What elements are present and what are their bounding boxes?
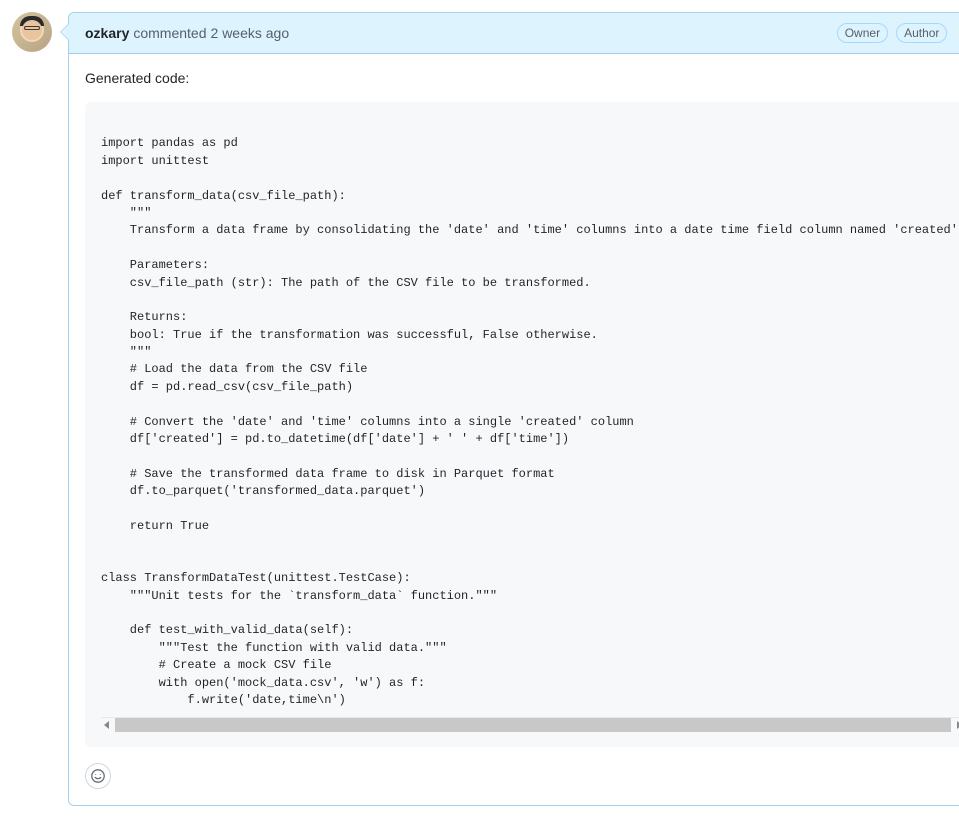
code-block: import pandas as pd import unittest def … xyxy=(85,102,959,747)
author-badge: Author xyxy=(896,23,947,43)
smiley-icon xyxy=(90,768,106,784)
scrollbar-thumb[interactable] xyxy=(115,718,951,732)
avatar[interactable] xyxy=(12,12,52,52)
add-reaction-button[interactable] xyxy=(85,763,111,789)
code-content: import pandas as pd import unittest def … xyxy=(101,118,959,709)
comment-header-left: ozkary commented 2 weeks ago xyxy=(85,25,289,41)
comment-header: ozkary commented 2 weeks ago Owner Autho… xyxy=(69,13,959,54)
owner-badge: Owner xyxy=(837,23,888,43)
body-text: Generated code: xyxy=(85,70,959,86)
reaction-bar xyxy=(85,763,959,789)
username-link[interactable]: ozkary xyxy=(85,25,129,41)
horizontal-scrollbar[interactable] xyxy=(101,717,959,731)
comment-box: ozkary commented 2 weeks ago Owner Autho… xyxy=(68,12,959,806)
comment-header-right: Owner Author ••• xyxy=(837,21,959,45)
comment-body: Generated code: import pandas as pd impo… xyxy=(69,54,959,805)
comment-container: ozkary commented 2 weeks ago Owner Autho… xyxy=(12,12,947,806)
kebab-icon[interactable]: ••• xyxy=(955,21,959,45)
timestamp-link[interactable]: 2 weeks ago xyxy=(211,25,290,41)
commented-text: commented xyxy=(133,25,206,41)
